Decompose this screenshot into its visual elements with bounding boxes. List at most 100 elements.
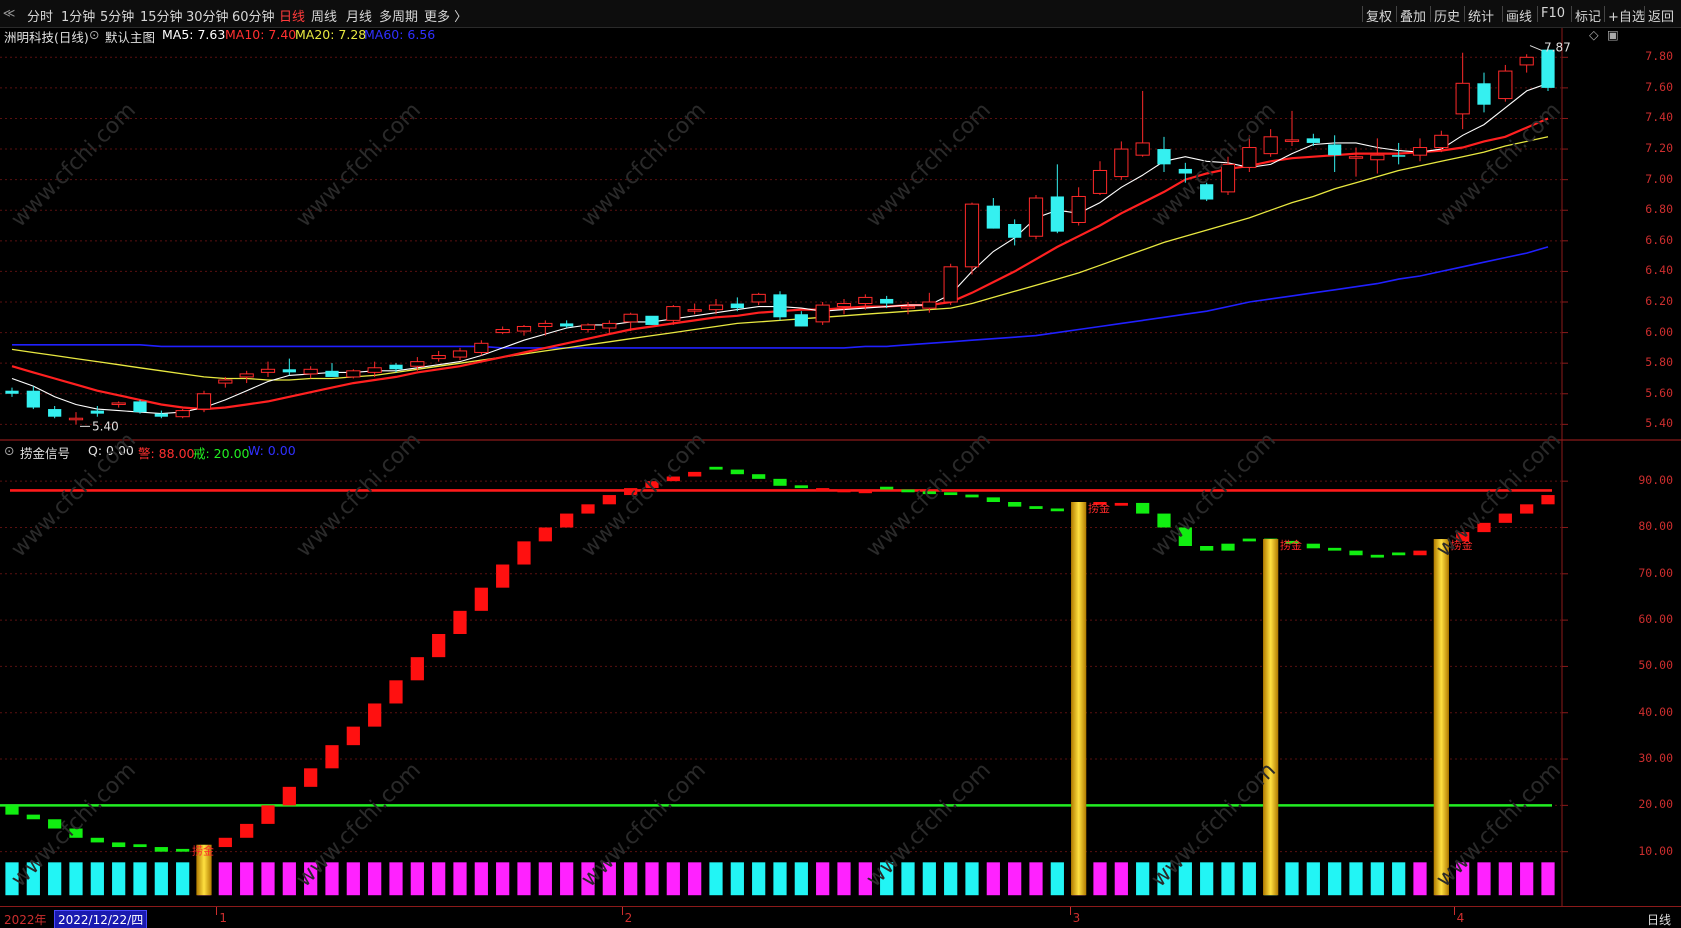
period-tab-7[interactable]: 周线 [311,6,337,25]
signal-column [538,862,552,896]
oscillator-bar [1200,546,1214,551]
toolbar-button-1[interactable]: 叠加 [1400,6,1426,25]
gold-signal-bar [1263,539,1279,896]
toolbar-button-4[interactable]: 画线 [1506,6,1532,25]
oscillator-bar [1413,550,1427,556]
signal-column [90,862,104,896]
candle-body-down [1050,196,1064,232]
toolbar-button-7[interactable]: +自选 [1608,6,1645,25]
month-tick [621,907,623,915]
signal-column [432,862,446,896]
period-tab-10[interactable]: 更多 〉 [424,6,467,25]
signal-column [517,862,531,896]
oscillator-bar [1306,543,1320,549]
candle-body-up [1263,136,1278,155]
signal-column [1093,862,1107,896]
period-tab-1[interactable]: 1分钟 [61,6,95,25]
oscillator-bar [368,703,382,727]
gold-signal-label: 捞金 [1088,501,1110,515]
signal-column [1050,862,1064,896]
period-label[interactable]: 日线 [1647,911,1671,928]
oscillator-bar [1242,538,1256,542]
oscillator-bar [901,489,915,493]
oscillator-bar [410,657,424,681]
signal-column [1392,862,1406,896]
toolbar-button-0[interactable]: 复权 [1366,6,1392,25]
candle-body-down [794,314,808,327]
oscillator-bar [858,490,872,494]
candle-body-down [1477,83,1491,105]
signal-column [389,862,403,896]
candle-body-up [346,370,361,378]
candle-body-up [708,304,724,311]
oscillator-bar [816,488,830,491]
month-label: 4 [1456,911,1465,925]
candle-body-down [560,323,574,327]
month-label: 1 [219,911,227,925]
month-label: 3 [1072,911,1081,925]
period-tab-6[interactable]: 日线 [279,6,305,25]
signal-column [624,862,638,896]
period-tab-2[interactable]: 5分钟 [100,6,134,25]
period-tab-4[interactable]: 30分钟 [186,6,229,25]
signal-column [176,862,190,896]
period-tab-9[interactable]: 多周期 [379,6,418,25]
signal-column [794,862,808,896]
candle-body-down [645,315,659,325]
cursor-date: 2022/12/22/四 [54,910,148,928]
toolbar-button-2[interactable]: 历史 [1434,6,1460,25]
signal-column [1029,862,1043,896]
signal-column [666,862,680,896]
toolbar-button-5[interactable]: F10 [1541,6,1565,21]
back-icon[interactable]: ≪ [0,4,18,22]
signal-column [1200,862,1214,896]
period-tab-3[interactable]: 15分钟 [140,6,183,25]
signal-column [709,862,723,896]
signal-column [1221,862,1235,896]
chart-canvas[interactable]: 7.875.40捞金捞金捞金 捞金www.cfchi.com www.cfchi.c… [0,28,1681,906]
candle-body-down [1541,49,1555,88]
candle-body-up [367,367,382,373]
candle-body-up [1135,142,1150,156]
signal-column [645,862,659,896]
watermark: www.cfchi.com [577,428,711,562]
signal-column [453,862,467,896]
signal-column [773,862,787,896]
candle-body-down [986,205,1000,229]
high-marker-arrow [1529,45,1543,52]
oscillator-bar [26,814,40,820]
oscillator-bar [1221,543,1235,551]
oscillator-bar [1328,547,1342,551]
period-tab-8[interactable]: 月线 [346,6,372,25]
toolbar-button-3[interactable]: 统计 [1468,6,1494,25]
signal-column [752,862,766,896]
toolbar-button-8[interactable]: 返回 [1648,6,1674,25]
signal-column [48,862,62,896]
candle-body-down [389,364,403,370]
month-label: 2 [624,911,633,925]
oscillator-bar [773,478,787,486]
oscillator-bar [453,610,467,634]
candle-body-up [602,322,617,329]
period-tab-0[interactable]: 分时 [27,6,53,25]
candle-body-down [154,413,168,417]
oscillator-bar [1029,506,1043,509]
oscillator-bar [730,469,744,475]
gold-signal-bar [1433,539,1449,896]
signal-column [944,862,958,896]
signal-column [1520,862,1534,896]
oscillator-bar [602,495,616,505]
signal-column [368,862,382,896]
signal-column [1285,862,1299,896]
oscillator-bar [581,504,595,514]
high-marker-label: 7.87 [1544,41,1571,55]
oscillator-bar [176,848,190,852]
candle-body-down [730,303,744,309]
month-tick [1069,907,1071,915]
candle-body-up [1348,156,1364,159]
candle-body-up [196,393,212,410]
toolbar-button-6[interactable]: 标记 [1575,6,1601,25]
candle-body-down [1306,138,1320,143]
period-tab-5[interactable]: 60分钟 [232,6,275,25]
year-label: 2022年 [4,913,47,927]
